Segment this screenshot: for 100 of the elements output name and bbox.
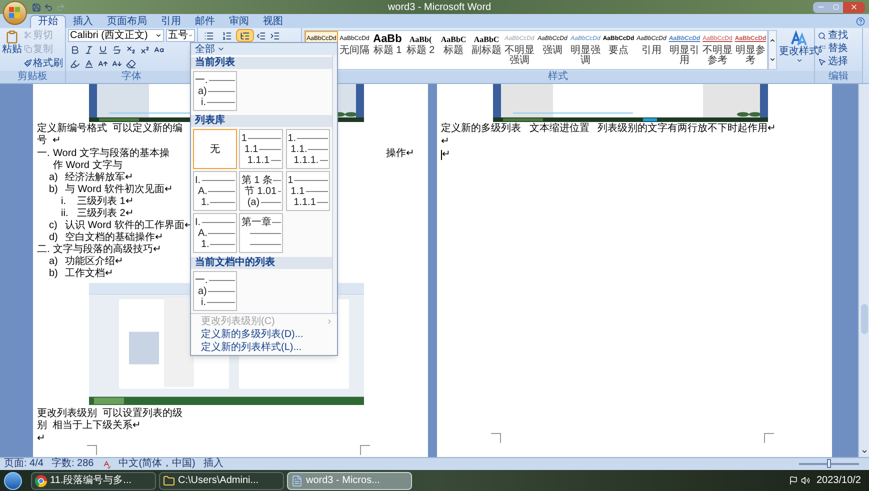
- list-number: a): [198, 86, 207, 96]
- list-text: 工作文档↵: [65, 268, 113, 280]
- list-number: I.: [195, 174, 201, 186]
- list-text: 与 Word 软件初次见面↵: [65, 184, 172, 196]
- ribbon-tab[interactable]: 插入: [66, 15, 100, 28]
- clock-date[interactable]: 2023/10/2: [816, 473, 861, 488]
- status-text: 页面: 4/4: [4, 458, 44, 470]
- list-number: 1.: [288, 132, 296, 144]
- style-option[interactable]: AaBb 标题 1: [371, 31, 404, 69]
- style-option[interactable]: AaBbC 标题: [437, 31, 470, 69]
- office-logo-icon: [9, 7, 21, 19]
- list-style-option[interactable]: 第 1 条 节 1.01 (a): [239, 171, 284, 211]
- list-number: b): [49, 268, 59, 280]
- list-number: 1: [241, 132, 247, 144]
- filter-dropdown[interactable]: 全部: [191, 43, 337, 55]
- editing-button[interactable]: 选择: [818, 55, 859, 68]
- list-style-option[interactable]: 第一章: [239, 213, 284, 253]
- list-number: A.: [198, 186, 208, 196]
- minimize-button[interactable]: [813, 2, 829, 12]
- flag-icon[interactable]: [788, 476, 798, 485]
- list-number: 节 1.01: [244, 186, 277, 196]
- maximize-button[interactable]: [829, 2, 843, 12]
- list-text: 经济法解放军↵: [65, 172, 133, 184]
- list-number: a): [49, 256, 59, 268]
- ribbon-tab[interactable]: 页面布局: [100, 15, 154, 28]
- browser-icon: [35, 474, 47, 486]
- list-number: 1.1: [244, 144, 258, 154]
- taskbar-button[interactable]: C:\Users\Admini...: [159, 472, 284, 490]
- ribbon-tab[interactable]: 视图: [256, 15, 290, 28]
- save-button[interactable]: [30, 1, 42, 13]
- vertical-scrollbar[interactable]: [858, 84, 869, 457]
- list-number: a): [49, 172, 59, 184]
- style-option[interactable]: AaBbC 副标题: [470, 31, 503, 69]
- caret-icon: [155, 32, 162, 39]
- paragraph-text: ↵: [442, 149, 450, 161]
- list-number: 1: [288, 174, 294, 186]
- list-text: 空白文档的基础操作↵: [65, 232, 163, 244]
- list-style-option[interactable]: 1. 1.1. 1.1.1.: [286, 129, 330, 169]
- list-style-option[interactable]: 1 1.1 1.1.1: [286, 171, 330, 211]
- styles-icon: [791, 30, 807, 46]
- list-number: 一.: [195, 74, 208, 86]
- editing-button[interactable]: 查找: [818, 29, 859, 42]
- start-button[interactable]: [4, 472, 22, 490]
- list-style-option[interactable]: I. A. 1.: [193, 171, 237, 211]
- change-styles-button[interactable]: 更改样式: [779, 30, 819, 64]
- list-style-option[interactable]: I. A. 1.: [193, 213, 237, 253]
- multilevel-list-icon: [240, 30, 250, 40]
- caret-icon: [217, 45, 225, 53]
- undo-button[interactable]: [42, 1, 54, 13]
- menu-item[interactable]: 定义新的多级列表(D)...: [191, 328, 337, 341]
- volume-icon[interactable]: [800, 476, 810, 485]
- caret-icon: [860, 448, 868, 455]
- grow-font-icon: [98, 58, 108, 68]
- highlighter-button[interactable]: [68, 57, 82, 70]
- text-cursor: [441, 150, 442, 160]
- clipboard-button[interactable]: 格式刷: [24, 56, 63, 70]
- list-number: b): [49, 184, 59, 196]
- taskbar-button[interactable]: word3 - Micros...: [287, 472, 412, 490]
- strikethrough-icon: [112, 44, 122, 54]
- style-option[interactable]: AaBb( 标题 2: [404, 31, 437, 69]
- paste-button[interactable]: 粘贴: [2, 28, 22, 71]
- group-label: 字体: [122, 71, 142, 83]
- paragraph-text: ↵: [441, 136, 450, 148]
- scissors-icon: [24, 31, 32, 39]
- paragraph-text: 定义新编号格式 可以定义新的编号 ↵: [37, 123, 184, 147]
- menu-item[interactable]: 定义新的列表样式(L)...: [191, 341, 337, 354]
- editing-button[interactable]: 替换: [818, 42, 859, 55]
- list-style-option[interactable]: 1 1.1 1.1.1: [239, 129, 284, 169]
- ribbon-tab[interactable]: 引用: [154, 15, 188, 28]
- maximize-icon: [833, 4, 839, 10]
- ribbon-tab[interactable]: 邮件: [188, 15, 222, 28]
- shrink-font-icon: [112, 58, 122, 68]
- status-text: 插入: [203, 458, 224, 470]
- zoom-thumb[interactable]: [827, 459, 831, 468]
- increase-indent-icon: [270, 30, 280, 40]
- list-number: (a): [247, 196, 260, 208]
- list-style-option[interactable]: 一. a) i.: [193, 271, 237, 311]
- list-number: 一.: [37, 148, 51, 160]
- list-text: 操作↵: [386, 148, 414, 160]
- list-style-option[interactable]: 无: [193, 129, 237, 169]
- font-size-field[interactable]: 五号: [166, 29, 195, 42]
- eraser-button[interactable]: [124, 57, 138, 70]
- status-text: 中文(简体，中国): [118, 458, 196, 470]
- list-number: 1.: [201, 196, 210, 208]
- margin-mark: [87, 445, 97, 455]
- list-number: 1.: [201, 238, 210, 250]
- multilevel-list-button[interactable]: [236, 29, 254, 42]
- spell-check-icon[interactable]: [102, 460, 111, 468]
- scrollbar-thumb[interactable]: [860, 304, 868, 334]
- ribbon-tab[interactable]: 审阅: [222, 15, 256, 28]
- ribbon-tab[interactable]: 开始: [30, 15, 66, 28]
- menu-scrollbar[interactable]: [332, 55, 337, 313]
- help-icon[interactable]: [856, 17, 865, 26]
- section-title: 当前文档中的列表: [191, 257, 332, 269]
- font-name-field[interactable]: Calibri (西文正文): [68, 29, 164, 42]
- taskbar-button[interactable]: 11.段落编号与多...: [31, 472, 156, 490]
- list-number: I.: [195, 216, 201, 228]
- list-style-option[interactable]: 一. a) i.: [193, 71, 237, 111]
- list-number: i.: [201, 96, 206, 108]
- numbering-icon: [222, 30, 232, 40]
